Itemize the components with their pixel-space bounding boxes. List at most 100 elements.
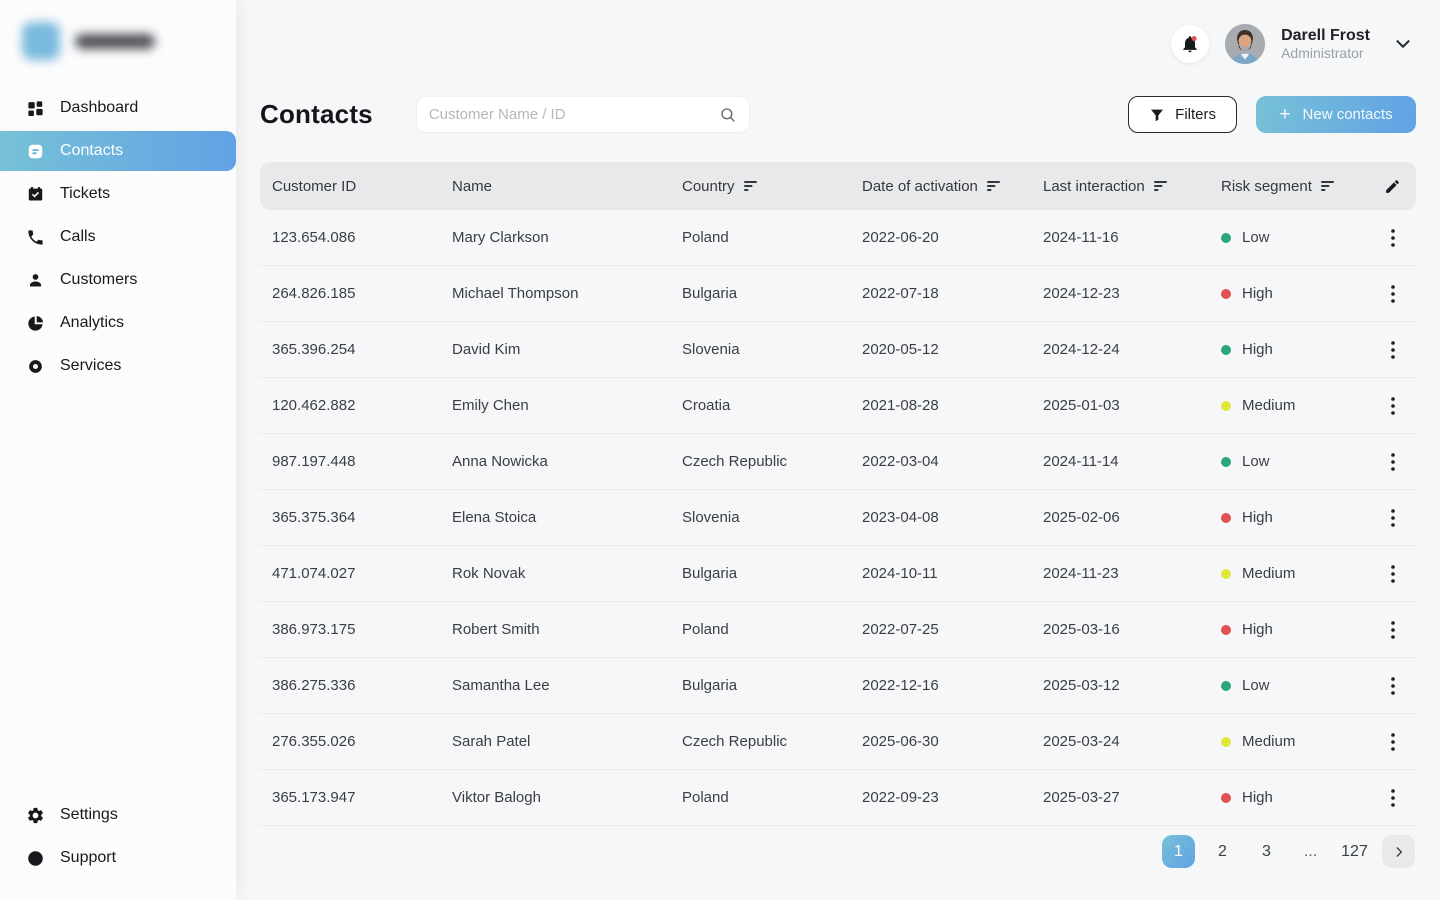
table-row[interactable]: 276.355.026 Sarah Patel Czech Republic 2… — [260, 714, 1416, 770]
page-head: Contacts Filters + New contacts — [260, 96, 1416, 133]
cell-name: Anna Nowicka — [440, 453, 670, 470]
risk-label: Medium — [1242, 733, 1295, 750]
filters-label: Filters — [1175, 106, 1216, 123]
row-menu-button[interactable] — [1369, 285, 1416, 303]
table-row[interactable]: 365.375.364 Elena Stoica Slovenia 2023-0… — [260, 490, 1416, 546]
row-menu-button[interactable] — [1369, 229, 1416, 247]
cell-activation-date: 2022-09-23 — [850, 789, 1031, 806]
pencil-icon — [1384, 178, 1401, 195]
table-row[interactable]: 120.462.882 Emily Chen Croatia 2021-08-2… — [260, 378, 1416, 434]
phone-icon — [26, 228, 45, 247]
dashboard-icon — [26, 99, 45, 118]
user-menu-button[interactable] — [1392, 33, 1414, 55]
table-row[interactable]: 386.973.175 Robert Smith Poland 2022-07-… — [260, 602, 1416, 658]
chevron-down-icon — [1392, 33, 1414, 55]
cell-name: Michael Thompson — [440, 285, 670, 302]
cell-name: Viktor Balogh — [440, 789, 670, 806]
sidebar-item-analytics[interactable]: Analytics — [0, 303, 236, 343]
table-row[interactable]: 123.654.086 Mary Clarkson Poland 2022-06… — [260, 210, 1416, 266]
sidebar: Dashboard Contacts Tickets Calls Custome… — [0, 0, 236, 900]
plus-icon: + — [1279, 105, 1290, 124]
row-menu-button[interactable] — [1369, 733, 1416, 751]
sidebar-item-label: Services — [60, 357, 121, 375]
kebab-menu-icon — [1391, 733, 1395, 751]
page-button-3[interactable]: 3 — [1250, 835, 1283, 868]
row-menu-button[interactable] — [1369, 789, 1416, 807]
sort-icon[interactable] — [987, 180, 1001, 192]
cell-last-interaction: 2024-12-24 — [1031, 341, 1209, 358]
table-header: Customer ID Name Country Date of activat… — [260, 162, 1416, 210]
cell-country: Poland — [670, 229, 850, 246]
kebab-menu-icon — [1391, 565, 1395, 583]
table-row[interactable]: 471.074.027 Rok Novak Bulgaria 2024-10-1… — [260, 546, 1416, 602]
cell-last-interaction: 2025-03-16 — [1031, 621, 1209, 638]
sidebar-item-label: Customers — [60, 271, 137, 289]
cell-risk-segment: Medium — [1209, 397, 1369, 414]
row-menu-button[interactable] — [1369, 677, 1416, 695]
page-button-127[interactable]: 127 — [1338, 835, 1371, 868]
sidebar-item-settings[interactable]: Settings — [0, 795, 236, 835]
table-row[interactable]: 386.275.336 Samantha Lee Bulgaria 2022-1… — [260, 658, 1416, 714]
row-menu-button[interactable] — [1369, 397, 1416, 415]
filters-button[interactable]: Filters — [1128, 96, 1237, 133]
sort-icon[interactable] — [1321, 180, 1335, 192]
sidebar-item-customers[interactable]: Customers — [0, 260, 236, 300]
cell-customer-id: 264.826.185 — [260, 285, 440, 302]
risk-dot — [1221, 345, 1231, 355]
row-menu-button[interactable] — [1369, 341, 1416, 359]
cell-country: Poland — [670, 621, 850, 638]
row-menu-button[interactable] — [1369, 453, 1416, 471]
sidebar-item-label: Analytics — [60, 314, 124, 332]
table-row[interactable]: 987.197.448 Anna Nowicka Czech Republic … — [260, 434, 1416, 490]
sort-icon[interactable] — [744, 180, 758, 192]
sidebar-item-calls[interactable]: Calls — [0, 217, 236, 257]
kebab-menu-icon — [1391, 677, 1395, 695]
column-name: Name — [440, 178, 670, 195]
kebab-menu-icon — [1391, 509, 1395, 527]
sidebar-footer: Settings Support — [0, 795, 236, 900]
brand-logo-text — [75, 34, 155, 49]
risk-label: Medium — [1242, 565, 1295, 582]
sort-icon[interactable] — [1154, 180, 1168, 192]
row-menu-button[interactable] — [1369, 509, 1416, 527]
avatar-photo — [1225, 24, 1265, 64]
user-meta: Darell Frost Administrator — [1281, 26, 1370, 62]
risk-label: High — [1242, 341, 1273, 358]
table-row[interactable]: 264.826.185 Michael Thompson Bulgaria 20… — [260, 266, 1416, 322]
cell-name: Samantha Lee — [440, 677, 670, 694]
search-input[interactable] — [429, 106, 719, 123]
sidebar-item-contacts[interactable]: Contacts — [0, 131, 236, 171]
risk-label: Medium — [1242, 397, 1295, 414]
kebab-menu-icon — [1391, 341, 1395, 359]
person-icon — [26, 271, 45, 290]
cell-last-interaction: 2024-11-23 — [1031, 565, 1209, 582]
risk-dot — [1221, 401, 1231, 411]
page-button-1[interactable]: 1 — [1162, 835, 1195, 868]
table-body: 123.654.086 Mary Clarkson Poland 2022-06… — [260, 210, 1416, 826]
row-menu-button[interactable] — [1369, 621, 1416, 639]
next-page-button[interactable] — [1382, 835, 1415, 868]
cell-customer-id: 365.396.254 — [260, 341, 440, 358]
sidebar-item-label: Dashboard — [60, 99, 138, 117]
sidebar-item-support[interactable]: Support — [0, 838, 236, 878]
sidebar-item-dashboard[interactable]: Dashboard — [0, 88, 236, 128]
table-row[interactable]: 365.173.947 Viktor Balogh Poland 2022-09… — [260, 770, 1416, 826]
column-date-of-activation: Date of activation — [850, 178, 1031, 195]
avatar[interactable] — [1225, 24, 1265, 64]
cell-customer-id: 276.355.026 — [260, 733, 440, 750]
sidebar-nav: Dashboard Contacts Tickets Calls Custome… — [0, 88, 236, 386]
column-label: Risk segment — [1221, 178, 1312, 195]
notifications-button[interactable] — [1171, 25, 1209, 63]
risk-dot — [1221, 793, 1231, 803]
pie-chart-icon — [26, 314, 45, 333]
new-contacts-button[interactable]: + New contacts — [1256, 96, 1416, 133]
column-edit[interactable] — [1369, 178, 1416, 195]
sidebar-item-tickets[interactable]: Tickets — [0, 174, 236, 214]
table-row[interactable]: 365.396.254 David Kim Slovenia 2020-05-1… — [260, 322, 1416, 378]
row-menu-button[interactable] — [1369, 565, 1416, 583]
cell-activation-date: 2022-07-18 — [850, 285, 1031, 302]
cell-last-interaction: 2025-03-24 — [1031, 733, 1209, 750]
sidebar-item-services[interactable]: Services — [0, 346, 236, 386]
page-button-2[interactable]: 2 — [1206, 835, 1239, 868]
sidebar-item-label: Tickets — [60, 185, 110, 203]
